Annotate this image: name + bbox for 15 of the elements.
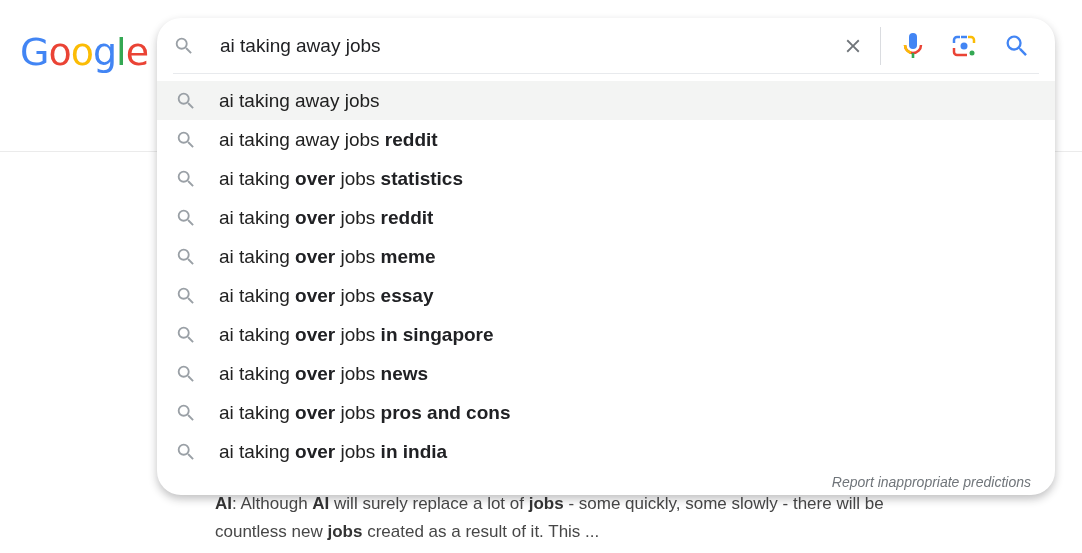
suggestion-item[interactable]: ai taking away jobs (157, 81, 1055, 120)
logo[interactable]: Google (20, 30, 149, 74)
suggestion-item[interactable]: ai taking over jobs pros and cons (157, 393, 1055, 432)
suggestion-item[interactable]: ai taking over jobs statistics (157, 159, 1055, 198)
microphone-icon[interactable] (901, 31, 925, 60)
suggestion-item[interactable]: ai taking over jobs reddit (157, 198, 1055, 237)
suggestion-item[interactable]: ai taking away jobs reddit (157, 120, 1055, 159)
report-link[interactable]: Report inappropriate predictions (831, 474, 1031, 490)
suggestion-item[interactable]: ai taking over jobs news (157, 354, 1055, 393)
search-field[interactable]: ai taking away jobs (218, 33, 816, 58)
suggestion-item[interactable]: ai taking over jobs in india (157, 432, 1055, 471)
suggestion-item[interactable]: ai taking over jobs in singapore (157, 315, 1055, 354)
suggestion-item[interactable]: ai taking over jobs meme (157, 237, 1055, 276)
result-snippet: AI: Although AI will surely replace a lot of jobs - some quickly, some slowly - there will be countless new jobs created as a result of it. This ... (215, 493, 885, 543)
suggestion-item[interactable]: ai taking over jobs essay (157, 276, 1055, 315)
